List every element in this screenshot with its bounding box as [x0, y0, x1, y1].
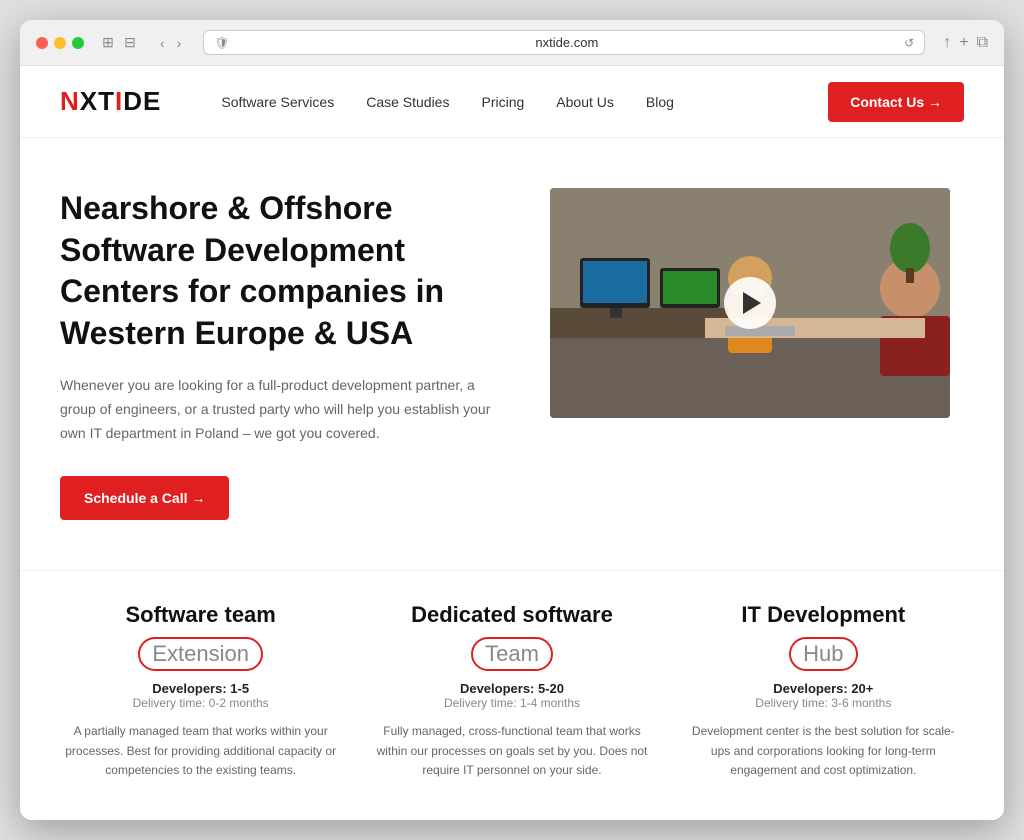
site-logo[interactable]: NXTIDE [60, 86, 161, 117]
feature-2-circled: Team [471, 637, 553, 671]
share-button[interactable]: ↑ [943, 34, 951, 52]
hero-title: Nearshore & Offshore Software Developmen… [60, 188, 510, 354]
logo-d: D [123, 86, 143, 116]
site-content: NXTIDE Software Services Case Studies Pr… [20, 66, 1004, 820]
browser-actions: ↑ + ⧉ [943, 34, 988, 52]
back-button[interactable]: ‹ [156, 33, 169, 53]
hero-left: Nearshore & Offshore Software Developmen… [60, 188, 510, 520]
feature-3-meta: Developers: 20+ Delivery time: 3-6 month… [683, 681, 964, 710]
nav-case-studies[interactable]: Case Studies [366, 94, 449, 110]
feature-2-desc: Fully managed, cross-functional team tha… [371, 722, 652, 780]
feature-team: Dedicated software Team Developers: 5-20… [371, 601, 652, 780]
play-icon [743, 292, 761, 314]
window-controls: ⊞ ⊟ [100, 35, 138, 51]
feature-3-circled: Hub [789, 637, 857, 671]
reload-button[interactable]: ↺ [904, 36, 914, 50]
features-section: Software team Extension Developers: 1-5 … [20, 570, 1004, 820]
feature-3-developers: Developers: 20+ [683, 681, 964, 696]
url-display: nxtide.com [236, 35, 899, 50]
maximize-button[interactable] [72, 37, 84, 49]
forward-button[interactable]: › [173, 33, 186, 53]
feature-1-title: Software team [60, 601, 341, 630]
feature-1-circled: Extension [138, 637, 263, 671]
logo-n: N [60, 86, 80, 116]
tab-toggle[interactable]: ⊟ [122, 35, 138, 51]
feature-3-delivery: Delivery time: 3-6 months [683, 696, 964, 710]
security-icon: 🛡 [214, 36, 229, 50]
hero-section: Nearshore & Offshore Software Developmen… [20, 138, 1004, 560]
nav-software-services[interactable]: Software Services [221, 94, 334, 110]
feature-1-developers: Developers: 1-5 [60, 681, 341, 696]
nav-blog[interactable]: Blog [646, 94, 674, 110]
site-nav: NXTIDE Software Services Case Studies Pr… [20, 66, 1004, 138]
nav-links: Software Services Case Studies Pricing A… [221, 94, 828, 110]
feature-2-meta: Developers: 5-20 Delivery time: 1-4 mont… [371, 681, 652, 710]
nav-pricing[interactable]: Pricing [481, 94, 524, 110]
minimize-button[interactable] [54, 37, 66, 49]
schedule-call-button[interactable]: Schedule a Call → [60, 476, 229, 520]
feature-2-developers: Developers: 5-20 [371, 681, 652, 696]
feature-extension: Software team Extension Developers: 1-5 … [60, 601, 341, 780]
feature-3-title: IT Development [683, 601, 964, 630]
hero-video [550, 188, 950, 418]
address-bar[interactable]: 🛡 nxtide.com ↺ [203, 30, 925, 55]
traffic-lights [36, 37, 84, 49]
sidebar-toggle[interactable]: ⊞ [100, 35, 116, 51]
play-button[interactable] [724, 277, 776, 329]
feature-1-desc: A partially managed team that works with… [60, 722, 341, 780]
nav-about-us[interactable]: About Us [556, 94, 614, 110]
browser-window: ⊞ ⊟ ‹ › 🛡 nxtide.com ↺ ↑ + ⧉ [20, 20, 1004, 820]
nav-arrows: ‹ › [156, 33, 185, 53]
feature-hub: IT Development Hub Developers: 20+ Deliv… [683, 601, 964, 780]
feature-1-delivery: Delivery time: 0-2 months [60, 696, 341, 710]
logo-x: X [80, 86, 98, 116]
logo-t: T [98, 86, 115, 116]
new-tab-button[interactable]: + [959, 34, 968, 52]
feature-3-desc: Development center is the best solution … [683, 722, 964, 780]
close-button[interactable] [36, 37, 48, 49]
hero-subtitle: Whenever you are looking for a full-prod… [60, 374, 510, 445]
logo-i: I [115, 86, 123, 116]
feature-2-delivery: Delivery time: 1-4 months [371, 696, 652, 710]
feature-1-meta: Developers: 1-5 Delivery time: 0-2 month… [60, 681, 341, 710]
feature-2-title: Dedicated software [371, 601, 652, 630]
logo-e: E [143, 86, 161, 116]
windows-button[interactable]: ⧉ [977, 34, 988, 52]
contact-us-button[interactable]: Contact Us → [828, 82, 964, 122]
browser-titlebar: ⊞ ⊟ ‹ › 🛡 nxtide.com ↺ ↑ + ⧉ [36, 30, 988, 55]
browser-chrome: ⊞ ⊟ ‹ › 🛡 nxtide.com ↺ ↑ + ⧉ [20, 20, 1004, 66]
